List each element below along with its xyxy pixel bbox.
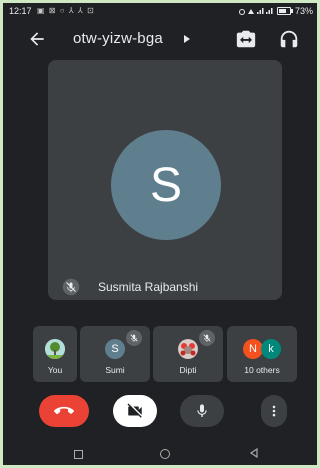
signal-icon (238, 8, 273, 15)
avatar-you (45, 339, 65, 359)
arrow-left-icon[interactable] (27, 29, 47, 49)
avatar-dipti (178, 339, 198, 359)
mic-off-icon (62, 278, 80, 296)
main-avatar: S (111, 130, 221, 240)
participant-tile-sumi[interactable]: S Sumi (80, 326, 150, 382)
battery-percent: 73% (294, 6, 313, 16)
participant-label: Sumi (105, 365, 125, 375)
participant-tile-dipti[interactable]: Dipti (153, 326, 223, 382)
video-off-icon (127, 403, 142, 418)
notification-icons: ▣ ⊠ ○ ⅄ ⅄ ⊡ (37, 6, 95, 15)
meeting-code[interactable]: otw-yizw-bga (73, 30, 163, 47)
phone-hangup-icon (54, 406, 74, 415)
more-options-button[interactable] (261, 395, 287, 427)
main-participant-tile[interactable]: S Susmita Rajbanshi (48, 60, 282, 300)
avatar-n: N (243, 339, 263, 359)
battery-icon (276, 7, 293, 15)
participant-tile-you[interactable]: You (33, 326, 77, 382)
status-time: 12:17 (9, 6, 32, 16)
headphone-icon[interactable] (278, 28, 300, 50)
caret-right-icon[interactable] (183, 34, 191, 44)
profile-photo-icon (178, 339, 198, 359)
mic-off-icon (126, 330, 142, 346)
avatar-k: k (261, 339, 281, 359)
participant-label: Dipti (179, 365, 197, 375)
end-call-button[interactable] (39, 395, 89, 427)
system-nav-bar (3, 443, 317, 465)
main-name-bar: Susmita Rajbanshi (48, 274, 282, 300)
home-icon[interactable] (160, 449, 170, 459)
participant-tile-others[interactable]: N k 10 others (227, 326, 297, 382)
meeting-header: otw-yizw-bga (3, 21, 317, 57)
nav-back-icon[interactable] (249, 448, 259, 458)
status-right: 73% (238, 6, 313, 16)
mic-off-icon (199, 330, 215, 346)
participant-label: 10 others (244, 365, 280, 375)
phone-screen: 12:17 ▣ ⊠ ○ ⅄ ⅄ ⊡ 73% otw-yizw-bga S Sus… (3, 3, 317, 465)
camera-switch-icon[interactable] (235, 28, 257, 50)
tree-icon (45, 339, 65, 359)
camera-toggle-button[interactable] (113, 395, 157, 427)
participant-label: You (47, 365, 63, 375)
recents-icon[interactable] (74, 450, 83, 459)
main-participant-name: Susmita Rajbanshi (98, 280, 199, 294)
mic-icon (197, 404, 207, 417)
avatar-sumi: S (105, 339, 125, 359)
mic-toggle-button[interactable] (180, 395, 224, 427)
status-bar: 12:17 ▣ ⊠ ○ ⅄ ⅄ ⊡ 73% (3, 3, 317, 19)
more-vert-icon (272, 405, 276, 417)
